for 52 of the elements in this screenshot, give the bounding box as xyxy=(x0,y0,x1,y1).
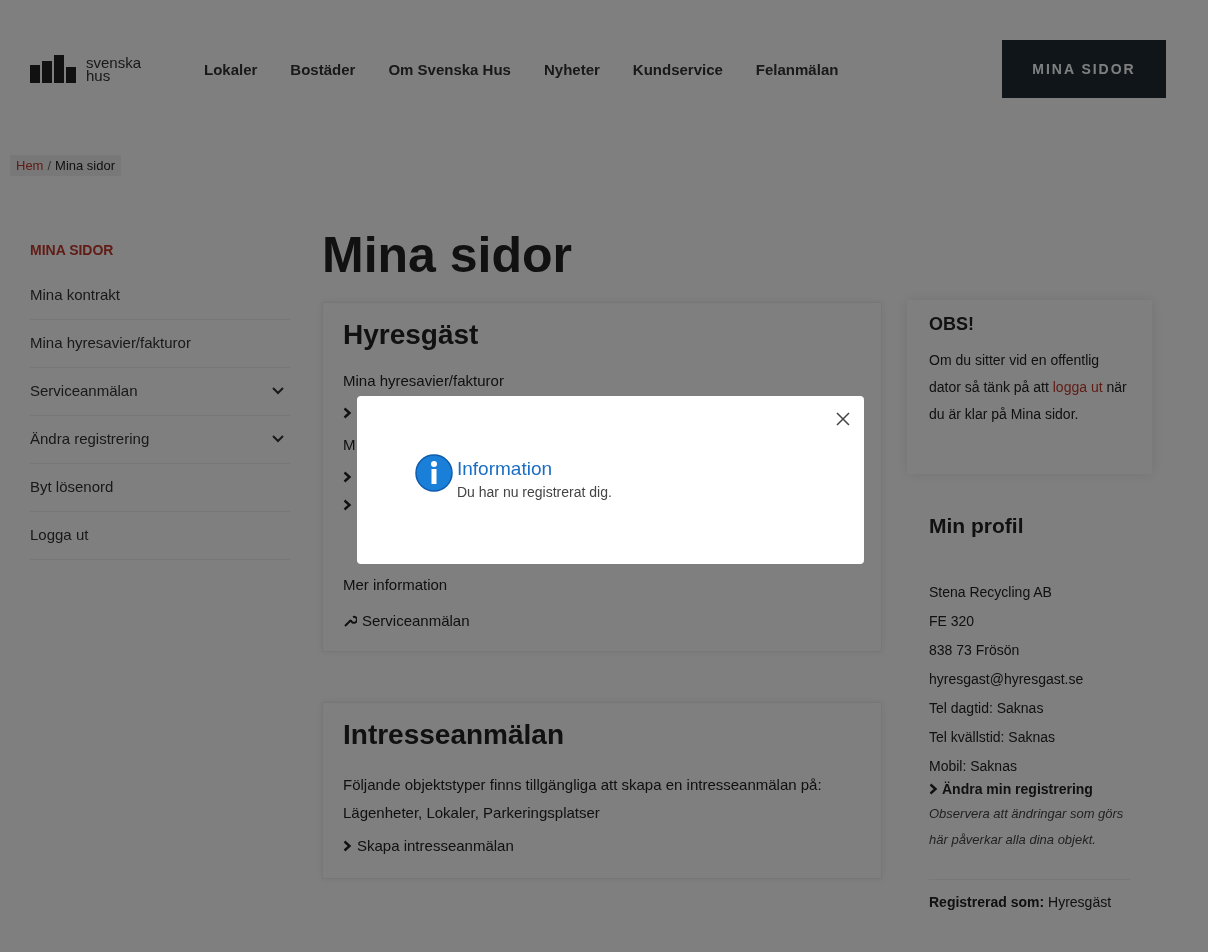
dialog-title: Information xyxy=(457,458,554,480)
chevron-icon[interactable] xyxy=(343,499,352,511)
chevron-icon[interactable] xyxy=(343,471,352,483)
card-title: Intresseanmälan xyxy=(343,719,565,751)
section-heading: M xyxy=(343,435,357,455)
info-icon xyxy=(415,454,453,492)
notice-text: Om du sitter vid en offentlig dator så tänk på att logga ut när du är klar på Mina sidor. xyxy=(929,351,1128,424)
breadcrumb-separator: / xyxy=(47,158,52,173)
chevron-icon xyxy=(929,783,938,795)
profile-note: Observera att ändringar som görs här påverkar alla dina objekt. xyxy=(929,805,1125,849)
nav-link[interactable]: Felanmälan xyxy=(755,60,839,78)
profile-line: Tel dagtid: Saknas xyxy=(929,699,1045,718)
sidebar-item[interactable]: Ändra registrering xyxy=(30,416,290,464)
edit-registration-link[interactable]: Ändra min registrering xyxy=(929,781,1093,797)
nav-link[interactable]: Lokaler xyxy=(204,60,258,78)
mina-sidor-button[interactable]: MINA SIDOR xyxy=(1002,40,1166,98)
section-heading: Mer information xyxy=(343,575,449,595)
registered-as-text: Registrerad som: Hyresgäst xyxy=(929,879,1130,924)
profile-line: FE 320 xyxy=(929,612,976,631)
notice-title: OBS! xyxy=(929,314,975,335)
sidebar-item[interactable]: Byt lösenord xyxy=(30,464,290,512)
profile-line: hyresgast@hyresgast.se xyxy=(929,670,1085,689)
close-icon[interactable] xyxy=(836,412,850,426)
logo-text: hus xyxy=(86,69,111,82)
nav-link[interactable]: Bostäder xyxy=(290,60,356,78)
breadcrumb-link[interactable]: Mina sidor xyxy=(55,158,116,173)
profile-title: Min profil xyxy=(929,514,1025,538)
chevron-icon[interactable] xyxy=(343,407,352,419)
dialog-message: Du har nu registrerat dig. xyxy=(457,484,612,500)
logout-link[interactable]: logga ut xyxy=(1052,379,1103,395)
chevron-icon xyxy=(343,839,352,852)
sidebar-item[interactable]: Mina hyresavier/fakturor xyxy=(30,320,290,368)
sidebar-item[interactable]: Serviceanmälan xyxy=(30,368,290,416)
sidebar-heading: MINA SIDOR xyxy=(30,241,115,260)
profile-line: Stena Recycling AB xyxy=(929,583,1053,602)
nav-link[interactable]: Nyheter xyxy=(543,60,600,78)
service-link[interactable]: Serviceanmälan xyxy=(343,611,470,631)
profile-line: Tel kvällstid: Saknas xyxy=(929,728,1057,747)
nav-link[interactable]: Kundservice xyxy=(632,60,723,78)
sidebar-item[interactable]: Mina kontrakt xyxy=(30,272,290,320)
logo-text: svenska xyxy=(86,56,142,69)
interest-description: Följande objektstyper finns tillgängliga att skapa en intresseanmälan på: Lägenheter, Lokaler, Parkeringsplatser xyxy=(343,775,823,823)
section-heading: Mina hyresavier/fakturor xyxy=(343,371,505,391)
sidebar-item[interactable]: Logga ut xyxy=(30,512,290,560)
page-title: Mina sidor xyxy=(322,226,574,284)
card-title: Hyresgäst xyxy=(343,319,480,351)
profile-line: 838 73 Frösön xyxy=(929,641,1021,660)
profile-line: Mobil: Saknas xyxy=(929,757,1018,776)
create-interest-link[interactable]: Skapa intresseanmälan xyxy=(343,837,514,854)
breadcrumb-link[interactable]: Hem xyxy=(16,158,44,173)
logo-bars-icon xyxy=(30,55,78,83)
nav-link[interactable]: Om Svenska Hus xyxy=(388,60,511,78)
